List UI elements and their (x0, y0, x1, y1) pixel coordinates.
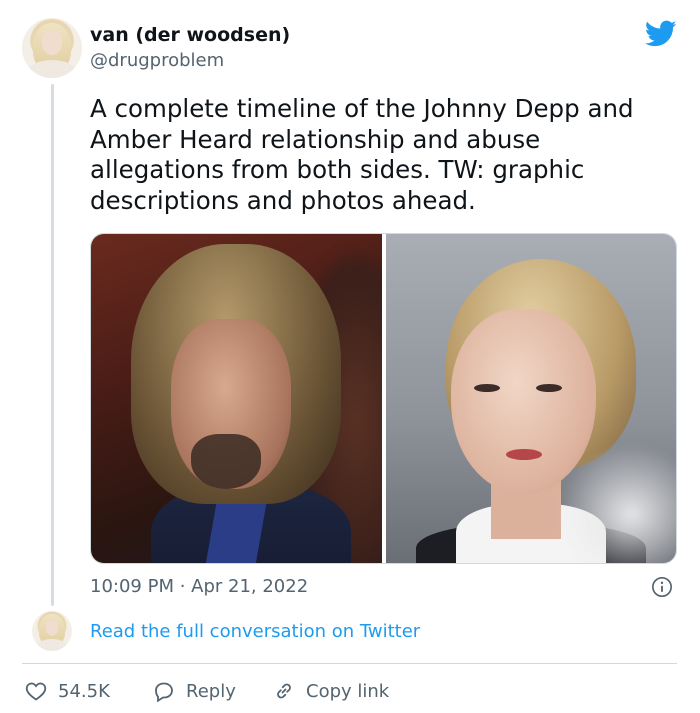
copy-link-label: Copy link (306, 680, 390, 702)
tweet-text: A complete timeline of the Johnny Depp a… (90, 94, 634, 215)
tweet-photo-1[interactable] (91, 234, 382, 563)
like-count: 54.5K (58, 680, 110, 702)
divider (22, 663, 677, 664)
tweet-timestamp[interactable]: 10:09 PM · Apr 21, 2022 (90, 576, 308, 597)
thread-line (51, 84, 54, 606)
tweet-media[interactable] (90, 233, 677, 564)
read-conversation-link[interactable]: Read the full conversation on Twitter (90, 621, 420, 642)
info-icon[interactable] (651, 576, 673, 598)
tweet-photo-2[interactable] (386, 234, 676, 563)
heart-icon (25, 682, 47, 701)
copy-link-button[interactable]: Copy link (272, 678, 389, 704)
comment-bubble-icon (155, 682, 173, 703)
author-avatar[interactable] (22, 18, 82, 78)
link-icon (277, 683, 291, 699)
reply-button[interactable]: Reply (152, 678, 236, 704)
conversation-avatar[interactable] (32, 611, 72, 651)
like-button[interactable]: 54.5K (24, 678, 110, 704)
author-display-name[interactable]: van (der woodsen) (90, 24, 290, 46)
author-handle[interactable]: @drugproblem (90, 50, 224, 71)
twitter-bird-icon[interactable] (645, 20, 677, 48)
reply-label: Reply (186, 680, 236, 702)
